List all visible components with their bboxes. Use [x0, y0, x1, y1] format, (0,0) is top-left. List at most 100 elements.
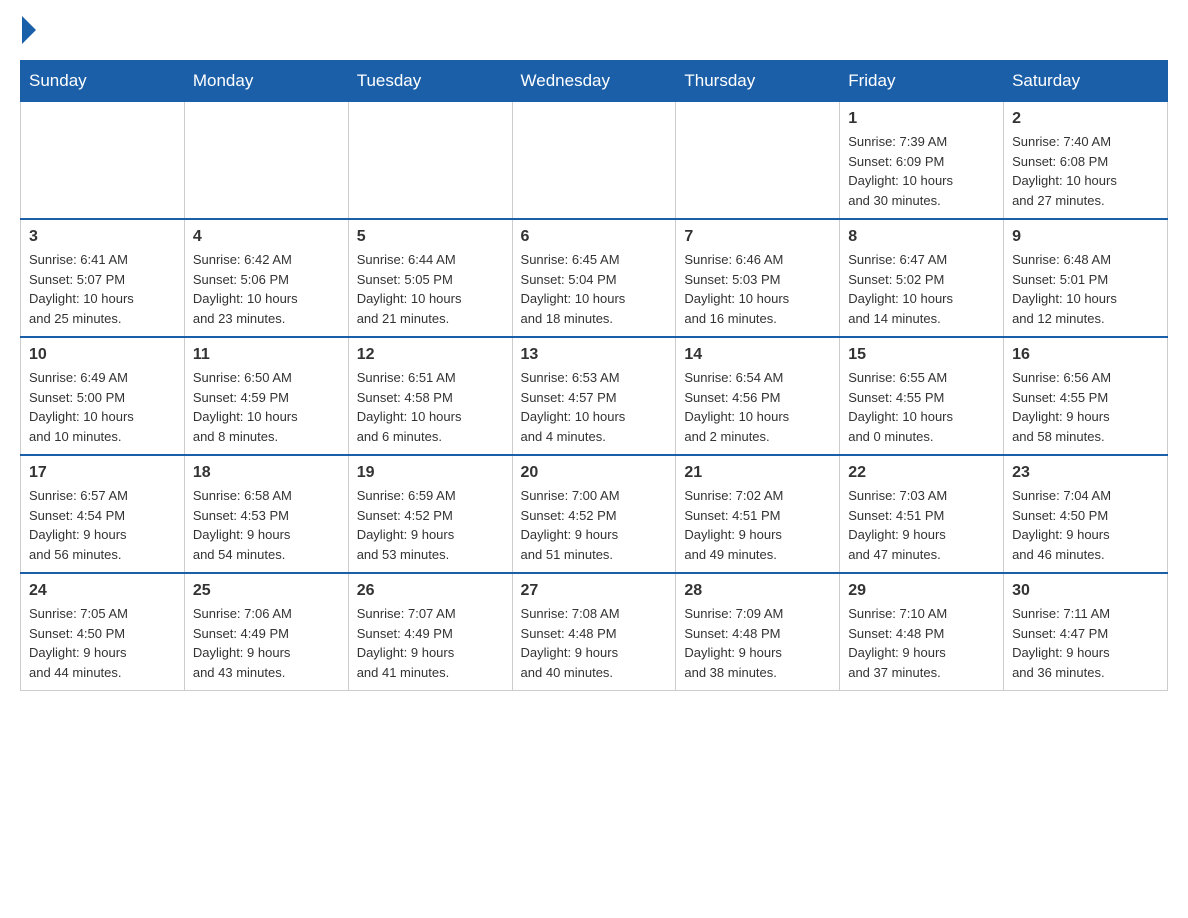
day-info: Sunrise: 6:57 AM Sunset: 4:54 PM Dayligh… [29, 486, 176, 564]
day-number: 19 [357, 464, 504, 482]
calendar-cell: 28 Sunrise: 7:09 AM Sunset: 4:48 PM Dayli… [676, 573, 840, 691]
calendar-cell: 21Sunrise: 7:02 AM Sunset: 4:51 PM Dayli… [676, 455, 840, 573]
calendar-week-row: 24 Sunrise: 7:05 AM Sunset: 4:50 PM Dayli… [21, 573, 1168, 691]
calendar-cell: 22 Sunrise: 7:03 AM Sunset: 4:51 PM Dayli… [840, 455, 1004, 573]
calendar-week-row: 17 Sunrise: 6:57 AM Sunset: 4:54 PM Dayli… [21, 455, 1168, 573]
day-number: 7 [684, 228, 831, 246]
calendar-cell: 10Sunrise: 6:49 AM Sunset: 5:00 PM Dayli… [21, 337, 185, 455]
day-number: 26 [357, 582, 504, 600]
day-number: 28 [684, 582, 831, 600]
day-info: Sunrise: 6:59 AM Sunset: 4:52 PM Dayligh… [357, 486, 504, 564]
weekday-header-friday: Friday [840, 61, 1004, 102]
calendar-cell [512, 102, 676, 220]
weekday-header-monday: Monday [184, 61, 348, 102]
calendar-cell: 14 Sunrise: 6:54 AM Sunset: 4:56 PM Dayli… [676, 337, 840, 455]
day-number: 1 [848, 110, 995, 128]
calendar-cell [348, 102, 512, 220]
day-info: Sunrise: 7:02 AM Sunset: 4:51 PM Dayligh… [684, 486, 831, 564]
day-info: Sunrise: 6:48 AM Sunset: 5:01 PM Dayligh… [1012, 250, 1159, 328]
day-number: 17 [29, 464, 176, 482]
page-header [20, 20, 1168, 40]
day-info: Sunrise: 6:54 AM Sunset: 4:56 PM Dayligh… [684, 368, 831, 446]
calendar-cell: 20 Sunrise: 7:00 AM Sunset: 4:52 PM Dayli… [512, 455, 676, 573]
day-info: Sunrise: 6:45 AM Sunset: 5:04 PM Dayligh… [521, 250, 668, 328]
calendar-cell: 26 Sunrise: 7:07 AM Sunset: 4:49 PM Dayli… [348, 573, 512, 691]
day-info: Sunrise: 7:06 AM Sunset: 4:49 PM Dayligh… [193, 604, 340, 682]
day-info: Sunrise: 6:50 AM Sunset: 4:59 PM Dayligh… [193, 368, 340, 446]
calendar-cell: 13 Sunrise: 6:53 AM Sunset: 4:57 PM Dayli… [512, 337, 676, 455]
day-number: 14 [684, 346, 831, 364]
day-info: Sunrise: 6:58 AM Sunset: 4:53 PM Dayligh… [193, 486, 340, 564]
day-number: 2 [1012, 110, 1159, 128]
day-number: 9 [1012, 228, 1159, 246]
day-number: 11 [193, 346, 340, 364]
calendar-cell [676, 102, 840, 220]
day-number: 12 [357, 346, 504, 364]
day-number: 25 [193, 582, 340, 600]
calendar-cell: 12 Sunrise: 6:51 AM Sunset: 4:58 PM Dayli… [348, 337, 512, 455]
calendar-cell: 25 Sunrise: 7:06 AM Sunset: 4:49 PM Dayli… [184, 573, 348, 691]
day-number: 29 [848, 582, 995, 600]
weekday-header-saturday: Saturday [1004, 61, 1168, 102]
day-number: 24 [29, 582, 176, 600]
day-number: 3 [29, 228, 176, 246]
logo-arrow-icon [22, 16, 36, 44]
calendar-cell: 1 Sunrise: 7:39 AM Sunset: 6:09 PM Daylig… [840, 102, 1004, 220]
calendar-week-row: 3 Sunrise: 6:41 AM Sunset: 5:07 PM Daylig… [21, 219, 1168, 337]
calendar-cell: 11 Sunrise: 6:50 AM Sunset: 4:59 PM Dayli… [184, 337, 348, 455]
weekday-header-tuesday: Tuesday [348, 61, 512, 102]
day-info: Sunrise: 7:00 AM Sunset: 4:52 PM Dayligh… [521, 486, 668, 564]
day-number: 5 [357, 228, 504, 246]
day-number: 6 [521, 228, 668, 246]
calendar-cell: 4Sunrise: 6:42 AM Sunset: 5:06 PM Daylig… [184, 219, 348, 337]
calendar-cell [184, 102, 348, 220]
day-number: 22 [848, 464, 995, 482]
day-info: Sunrise: 7:04 AM Sunset: 4:50 PM Dayligh… [1012, 486, 1159, 564]
day-info: Sunrise: 7:11 AM Sunset: 4:47 PM Dayligh… [1012, 604, 1159, 682]
calendar-cell: 6 Sunrise: 6:45 AM Sunset: 5:04 PM Daylig… [512, 219, 676, 337]
day-number: 4 [193, 228, 340, 246]
day-number: 30 [1012, 582, 1159, 600]
day-number: 8 [848, 228, 995, 246]
day-info: Sunrise: 7:08 AM Sunset: 4:48 PM Dayligh… [521, 604, 668, 682]
day-number: 20 [521, 464, 668, 482]
day-info: Sunrise: 7:39 AM Sunset: 6:09 PM Dayligh… [848, 132, 995, 210]
day-number: 16 [1012, 346, 1159, 364]
day-info: Sunrise: 6:49 AM Sunset: 5:00 PM Dayligh… [29, 368, 176, 446]
day-info: Sunrise: 7:10 AM Sunset: 4:48 PM Dayligh… [848, 604, 995, 682]
day-number: 27 [521, 582, 668, 600]
weekday-header-wednesday: Wednesday [512, 61, 676, 102]
calendar-week-row: 1 Sunrise: 7:39 AM Sunset: 6:09 PM Daylig… [21, 102, 1168, 220]
calendar-cell: 9 Sunrise: 6:48 AM Sunset: 5:01 PM Daylig… [1004, 219, 1168, 337]
weekday-header-row: SundayMondayTuesdayWednesdayThursdayFrid… [21, 61, 1168, 102]
calendar-cell: 8Sunrise: 6:47 AM Sunset: 5:02 PM Daylig… [840, 219, 1004, 337]
calendar-cell [21, 102, 185, 220]
day-info: Sunrise: 7:07 AM Sunset: 4:49 PM Dayligh… [357, 604, 504, 682]
day-number: 13 [521, 346, 668, 364]
calendar-cell: 17 Sunrise: 6:57 AM Sunset: 4:54 PM Dayli… [21, 455, 185, 573]
day-number: 23 [1012, 464, 1159, 482]
calendar-week-row: 10Sunrise: 6:49 AM Sunset: 5:00 PM Dayli… [21, 337, 1168, 455]
day-number: 18 [193, 464, 340, 482]
calendar-cell: 3 Sunrise: 6:41 AM Sunset: 5:07 PM Daylig… [21, 219, 185, 337]
day-info: Sunrise: 7:03 AM Sunset: 4:51 PM Dayligh… [848, 486, 995, 564]
day-info: Sunrise: 6:55 AM Sunset: 4:55 PM Dayligh… [848, 368, 995, 446]
calendar-cell: 23 Sunrise: 7:04 AM Sunset: 4:50 PM Dayli… [1004, 455, 1168, 573]
day-info: Sunrise: 6:53 AM Sunset: 4:57 PM Dayligh… [521, 368, 668, 446]
calendar-cell: 2Sunrise: 7:40 AM Sunset: 6:08 PM Daylig… [1004, 102, 1168, 220]
day-info: Sunrise: 7:09 AM Sunset: 4:48 PM Dayligh… [684, 604, 831, 682]
logo [20, 20, 36, 40]
calendar-cell: 15Sunrise: 6:55 AM Sunset: 4:55 PM Dayli… [840, 337, 1004, 455]
calendar-cell: 30 Sunrise: 7:11 AM Sunset: 4:47 PM Dayli… [1004, 573, 1168, 691]
day-info: Sunrise: 6:51 AM Sunset: 4:58 PM Dayligh… [357, 368, 504, 446]
day-info: Sunrise: 7:05 AM Sunset: 4:50 PM Dayligh… [29, 604, 176, 682]
calendar-cell: 19 Sunrise: 6:59 AM Sunset: 4:52 PM Dayli… [348, 455, 512, 573]
calendar-cell: 5Sunrise: 6:44 AM Sunset: 5:05 PM Daylig… [348, 219, 512, 337]
calendar-table: SundayMondayTuesdayWednesdayThursdayFrid… [20, 60, 1168, 691]
calendar-cell: 27 Sunrise: 7:08 AM Sunset: 4:48 PM Dayli… [512, 573, 676, 691]
weekday-header-sunday: Sunday [21, 61, 185, 102]
calendar-cell: 18 Sunrise: 6:58 AM Sunset: 4:53 PM Dayli… [184, 455, 348, 573]
calendar-cell: 16Sunrise: 6:56 AM Sunset: 4:55 PM Dayli… [1004, 337, 1168, 455]
day-info: Sunrise: 6:41 AM Sunset: 5:07 PM Dayligh… [29, 250, 176, 328]
day-info: Sunrise: 6:46 AM Sunset: 5:03 PM Dayligh… [684, 250, 831, 328]
